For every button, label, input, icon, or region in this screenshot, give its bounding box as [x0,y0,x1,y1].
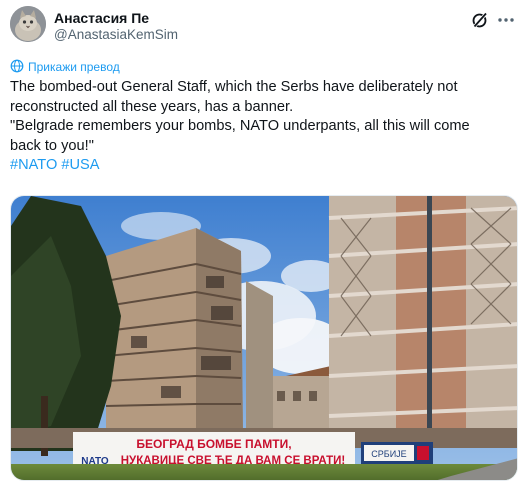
bombed-building-photo: БЕОГРАД БОМБЕ ПАМТИ, NATO НУКАВИЦЕ СВЕ Ћ… [11,196,517,480]
show-translation-label[interactable]: Прикажи превод [28,60,120,74]
show-translation-link[interactable]: Прикажи превод [10,59,120,75]
tweet-text: The bombed-out General Staff, which the … [10,78,516,176]
tweet-text-line: reconstructed all these years, has a ban… [10,98,294,115]
tweet-header: Анастасия Пе @AnastasiaKemSim [10,6,516,46]
hashtags-line: #NATO #USA [10,156,516,176]
banner-line1: БЕОГРАД БОМБЕ ПАМТИ, [136,437,291,451]
globe-icon [10,59,24,76]
more-dots-icon[interactable] [496,10,516,30]
author-handle[interactable]: @AnastasiaKemSim [54,27,178,42]
tweet-text-line: "Belgrade remembers your bombs, NATO und… [10,118,470,134]
tweet-photo[interactable]: БЕОГРАД БОМБЕ ПАМТИ, NATO НУКАВИЦЕ СВЕ Ћ… [10,195,518,481]
cat-avatar-icon[interactable] [10,6,46,42]
tweet-text-line: The bombed-out General Staff, which the … [10,79,458,95]
author-display-name[interactable]: Анастасия Пе [54,10,149,26]
hashtag-nato[interactable]: #NATO [10,157,57,173]
hashtag-usa[interactable]: #USA [61,157,99,173]
sign-text: СРБИЈЕ [371,449,406,459]
tweet-text-line: back to you!" [10,137,94,154]
grok-icon[interactable] [470,10,490,30]
